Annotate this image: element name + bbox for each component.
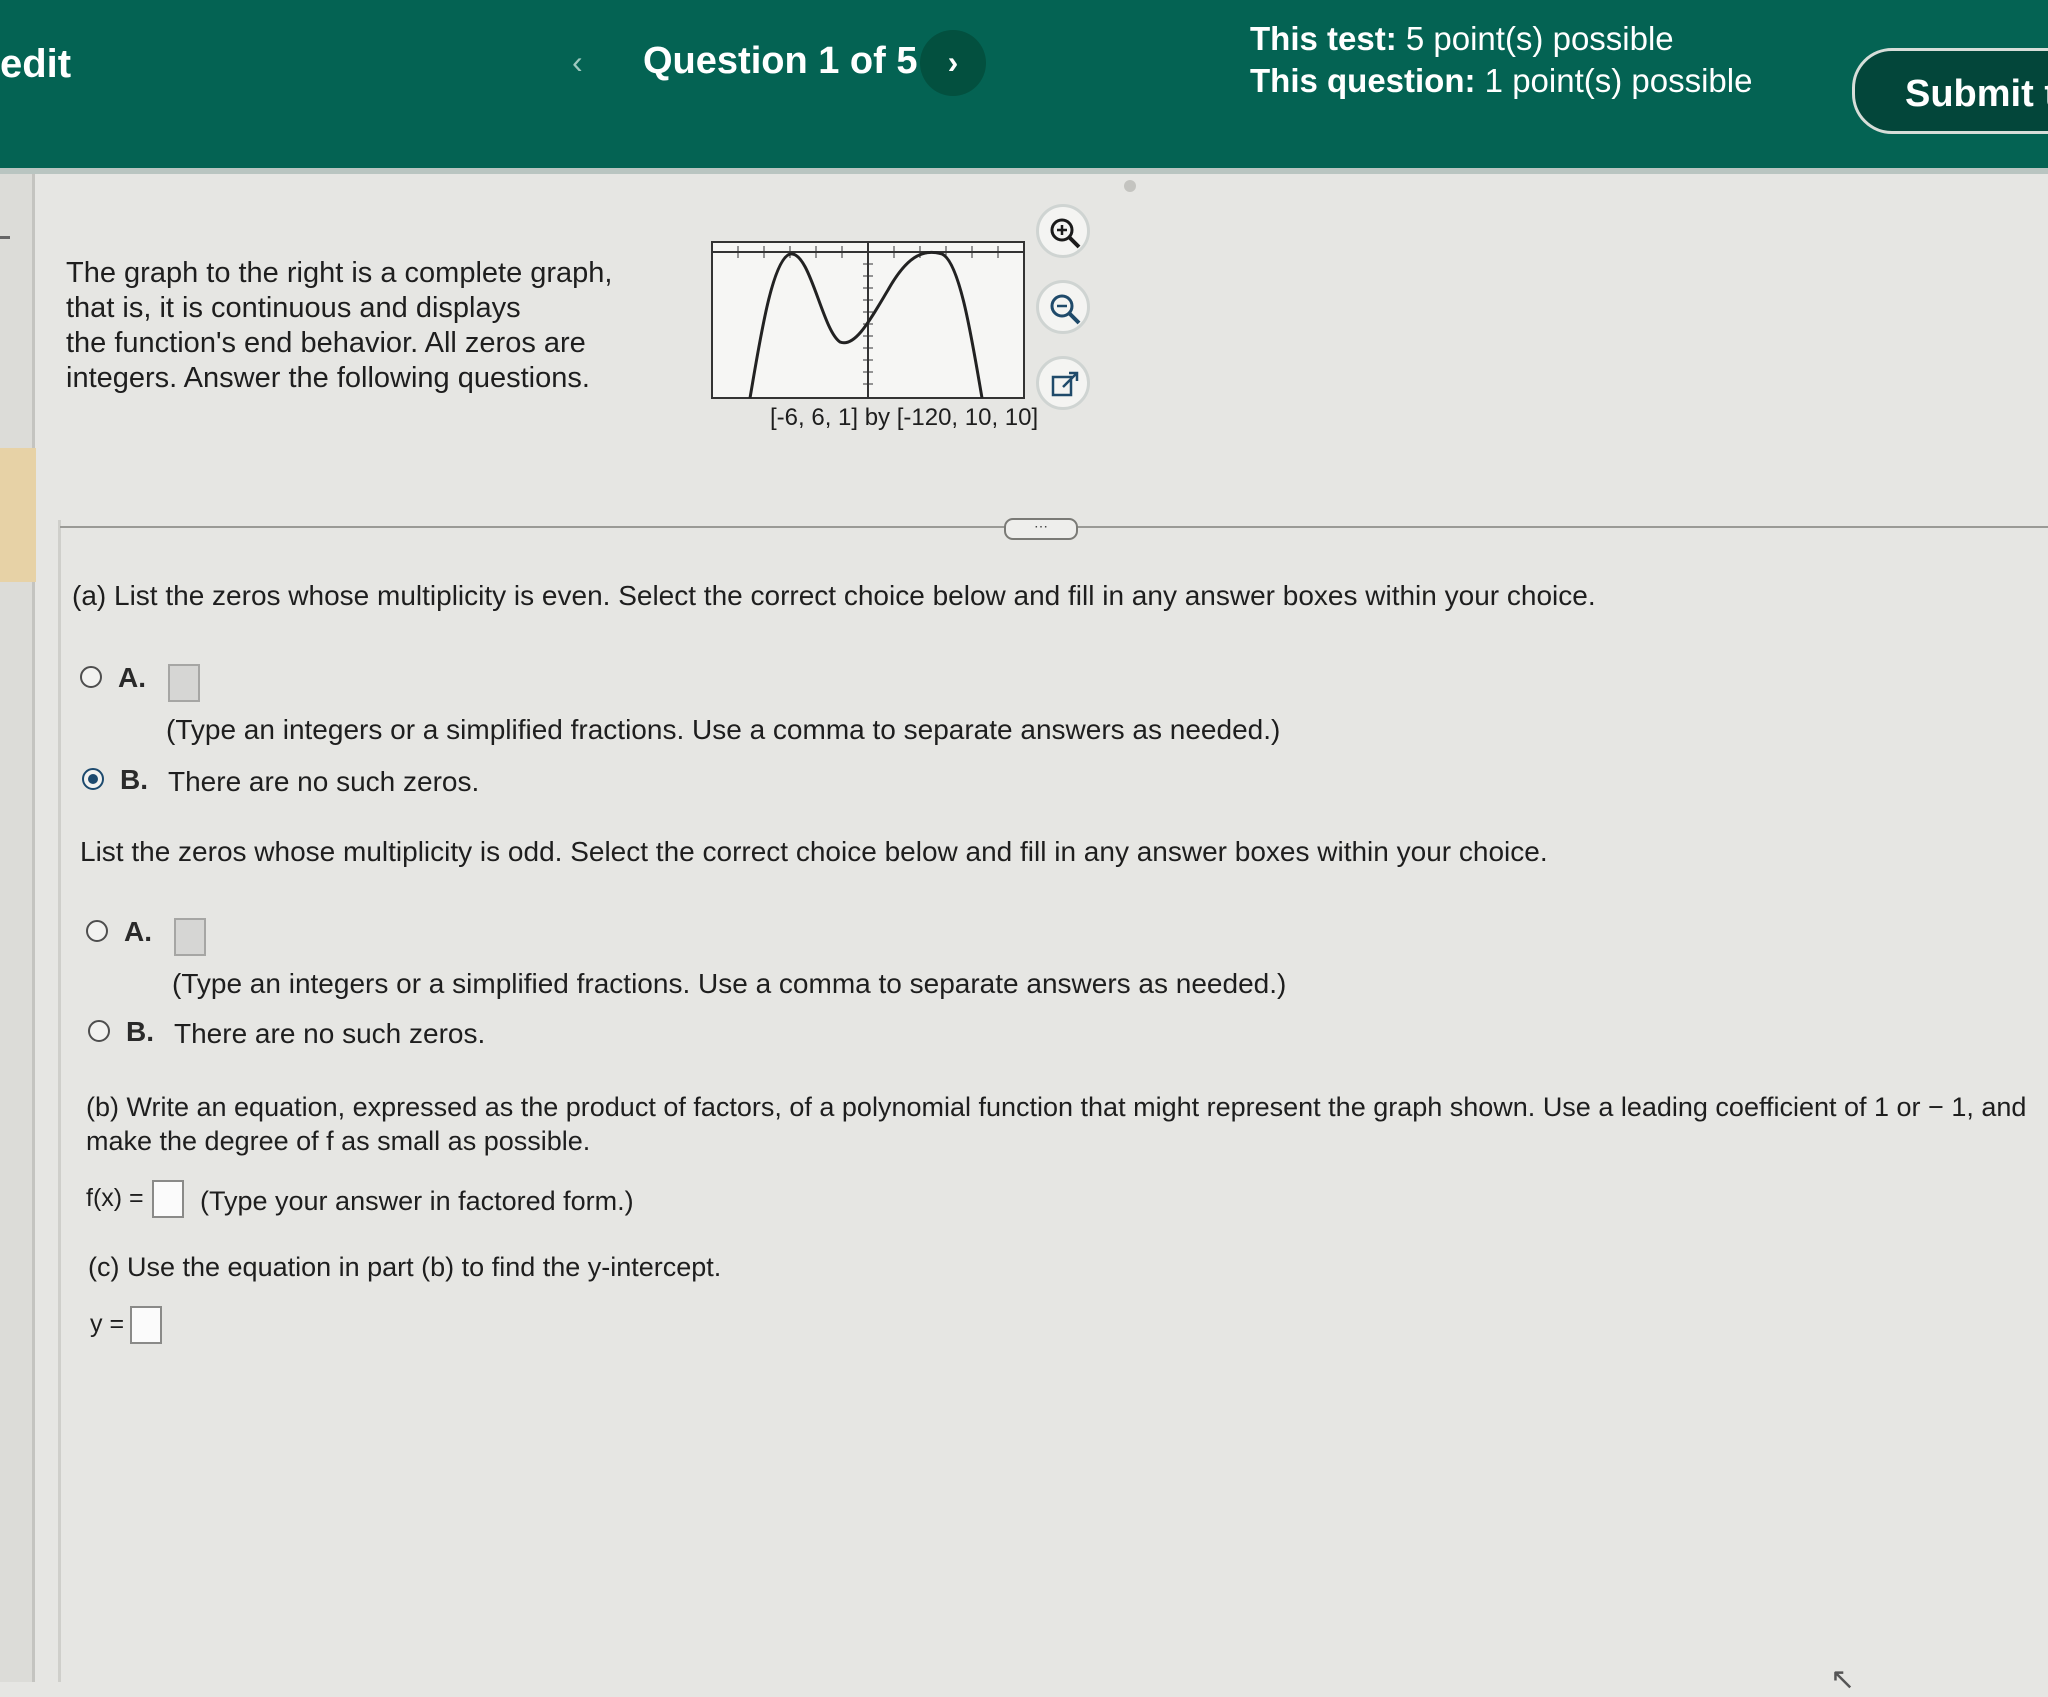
left-panel-edge bbox=[0, 174, 35, 1682]
intro-line: The graph to the right is a complete gra… bbox=[66, 257, 613, 289]
even-choice-b-radio[interactable] bbox=[82, 768, 104, 790]
zoom-out-icon bbox=[1050, 294, 1081, 325]
polynomial-graph[interactable] bbox=[710, 240, 1028, 402]
even-choice-a-letter: A. bbox=[118, 662, 146, 693]
mouse-cursor-icon: ↖ bbox=[1830, 1663, 1856, 1696]
question-points-label: This question: bbox=[1250, 62, 1476, 99]
brand-text: edit bbox=[0, 42, 72, 86]
part-b-prompt-line2: make the degree of f as small as possibl… bbox=[86, 1126, 591, 1156]
odd-choice-b-text: There are no such zeros. bbox=[174, 1018, 486, 1049]
odd-choice-a-hint: (Type an integers or a simplified fracti… bbox=[172, 968, 1287, 999]
points-info: This test: 5 point(s) possible This ques… bbox=[1250, 18, 1752, 102]
odd-choice-a-radio[interactable] bbox=[86, 920, 108, 942]
content-divider-line bbox=[58, 520, 61, 1682]
problem-intro: The graph to the right is a complete gra… bbox=[66, 256, 626, 396]
even-zeros-answer-box[interactable] bbox=[168, 664, 200, 702]
fx-label: f(x) = bbox=[86, 1184, 144, 1212]
open-graph-window-button[interactable] bbox=[1036, 356, 1090, 410]
question-counter: Question 1 of 5 bbox=[643, 40, 918, 82]
zoom-in-button[interactable] bbox=[1036, 204, 1090, 258]
test-points-label: This test: bbox=[1250, 20, 1397, 57]
y-intercept-answer-box[interactable] bbox=[130, 1306, 162, 1344]
odd-choice-a-letter: A. bbox=[124, 916, 152, 947]
intro-line: the function's end behavior. All zeros a… bbox=[66, 327, 586, 359]
next-question-button[interactable]: › bbox=[920, 30, 986, 96]
test-points-value: 5 point(s) possible bbox=[1405, 20, 1674, 57]
odd-zeros-answer-box[interactable] bbox=[174, 918, 206, 956]
left-panel-tick bbox=[0, 236, 10, 239]
external-link-icon bbox=[1051, 371, 1079, 397]
even-choice-a-hint: (Type an integers or a simplified fracti… bbox=[166, 714, 1281, 745]
even-choice-b-letter: B. bbox=[120, 764, 148, 795]
submit-test-button[interactable]: Submit t bbox=[1852, 48, 2048, 134]
part-c-prompt: (c) Use the equation in part (b) to find… bbox=[88, 1252, 722, 1282]
fx-hint: (Type your answer in factored form.) bbox=[200, 1186, 634, 1216]
even-choice-a-radio[interactable] bbox=[80, 666, 102, 688]
part-b-prompt-line1: (b) Write an equation, expressed as the … bbox=[86, 1092, 2027, 1122]
more-options-button[interactable]: ⋯ bbox=[1004, 518, 1078, 540]
decorative-dot bbox=[1124, 180, 1136, 192]
fx-answer-box[interactable] bbox=[152, 1180, 184, 1218]
even-choice-b-text: There are no such zeros. bbox=[168, 766, 480, 797]
intro-line: that is, it is continuous and displays bbox=[66, 292, 521, 324]
zoom-out-button[interactable] bbox=[1036, 280, 1090, 334]
odd-multiplicity-prompt: List the zeros whose multiplicity is odd… bbox=[80, 836, 1548, 867]
even-multiplicity-prompt: (a) List the zeros whose multiplicity is… bbox=[72, 580, 1596, 611]
intro-line: integers. Answer the following questions… bbox=[66, 362, 590, 394]
left-panel-tab[interactable] bbox=[0, 448, 36, 582]
odd-choice-b-radio[interactable] bbox=[88, 1020, 110, 1042]
question-points-value: 1 point(s) possible bbox=[1484, 62, 1753, 99]
odd-choice-b-letter: B. bbox=[126, 1016, 154, 1047]
header-shadow bbox=[0, 168, 2048, 174]
previous-question-button[interactable]: ‹ bbox=[572, 44, 583, 81]
zoom-in-icon bbox=[1050, 218, 1081, 249]
y-label: y = bbox=[90, 1310, 125, 1338]
graph-window-label: [-6, 6, 1] by [-120, 10, 10] bbox=[770, 404, 1039, 431]
top-bar: edit ‹ Question 1 of 5 › This test: 5 po… bbox=[0, 0, 2048, 168]
